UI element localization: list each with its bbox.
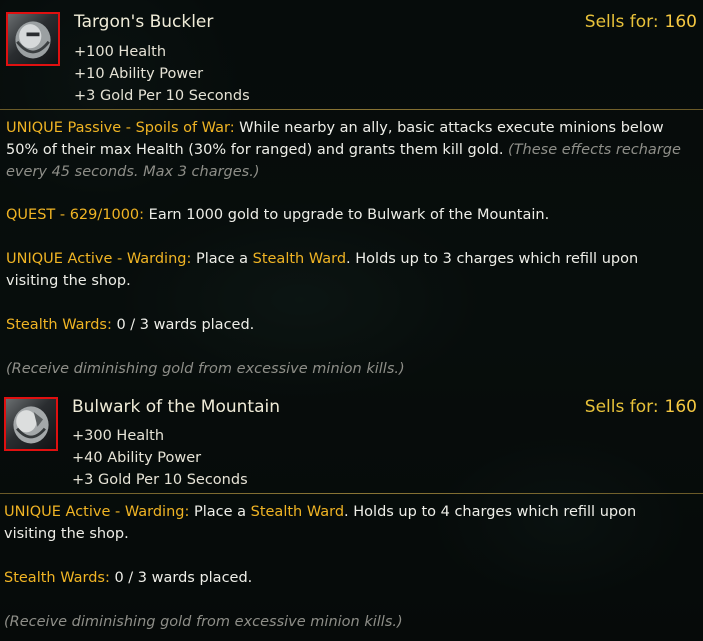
sell-price: Sells for: 160 bbox=[585, 397, 697, 417]
sell-price: Sells for: 160 bbox=[585, 12, 697, 32]
active-title: UNIQUE Active - Warding: bbox=[4, 504, 190, 520]
stealth-ward-keyword: Stealth Ward bbox=[250, 504, 345, 520]
targons-buckler-icon bbox=[6, 12, 60, 66]
item-name: Bulwark of the Mountain bbox=[72, 397, 281, 417]
item-name: Targon's Buckler bbox=[74, 12, 214, 32]
item-tooltip-bulwark-of-the-mountain: Bulwark of the Mountain Sells for: 160 +3… bbox=[0, 385, 703, 641]
passive-line-1: UNIQUE Passive - Spoils of War: While ne… bbox=[6, 120, 664, 136]
stat-ability-power: +10 Ability Power bbox=[74, 66, 204, 82]
stat-health: +100 Health bbox=[74, 44, 167, 60]
passive-line-2: 50% of their max Health (30% for ranged)… bbox=[6, 142, 681, 158]
bulwark-of-the-mountain-icon bbox=[4, 397, 58, 451]
passive-note: (These effects recharge bbox=[508, 142, 681, 158]
stealth-wards-label: Stealth Wards: bbox=[6, 317, 112, 333]
sells-label: Sells for: bbox=[584, 12, 659, 32]
active-line-1: UNIQUE Active - Warding: Place a Stealth… bbox=[4, 504, 637, 520]
item-tooltip-targons-buckler: Targon's Buckler Sells for: 160 +100 Heal… bbox=[0, 0, 703, 385]
stat-ability-power: +40 Ability Power bbox=[72, 450, 202, 466]
passive-note-line-2: every 45 seconds. Max 3 charges.) bbox=[6, 164, 260, 180]
active-line-1: UNIQUE Active - Warding: Place a Stealth… bbox=[6, 251, 639, 267]
tooltip-divider bbox=[0, 109, 703, 110]
active-line-2: visiting the shop. bbox=[4, 526, 129, 542]
passive-title: UNIQUE Passive - Spoils of War: bbox=[6, 120, 235, 136]
stat-gold-per-10: +3 Gold Per 10 Seconds bbox=[72, 472, 248, 488]
active-line-2: visiting the shop. bbox=[6, 273, 131, 289]
minion-gold-note: (Receive diminishing gold from excessive… bbox=[6, 361, 405, 377]
sells-value: 160 bbox=[664, 397, 697, 417]
stealth-wards-line: Stealth Wards: 0 / 3 wards placed. bbox=[6, 317, 255, 333]
minion-gold-note: (Receive diminishing gold from excessive… bbox=[4, 614, 403, 630]
quest-title: QUEST - 629/1000: bbox=[6, 207, 145, 223]
sells-label: Sells for: bbox=[584, 397, 659, 417]
quest-line: QUEST - 629/1000: Earn 1000 gold to upgr… bbox=[6, 207, 550, 223]
active-title: UNIQUE Active - Warding: bbox=[6, 251, 192, 267]
stat-gold-per-10: +3 Gold Per 10 Seconds bbox=[74, 88, 250, 104]
stealth-ward-keyword: Stealth Ward bbox=[252, 251, 347, 267]
tooltip-divider bbox=[0, 493, 703, 494]
stealth-wards-line: Stealth Wards: 0 / 3 wards placed. bbox=[4, 570, 253, 586]
stat-health: +300 Health bbox=[72, 428, 165, 444]
stealth-wards-label: Stealth Wards: bbox=[4, 570, 110, 586]
sells-value: 160 bbox=[664, 12, 697, 32]
